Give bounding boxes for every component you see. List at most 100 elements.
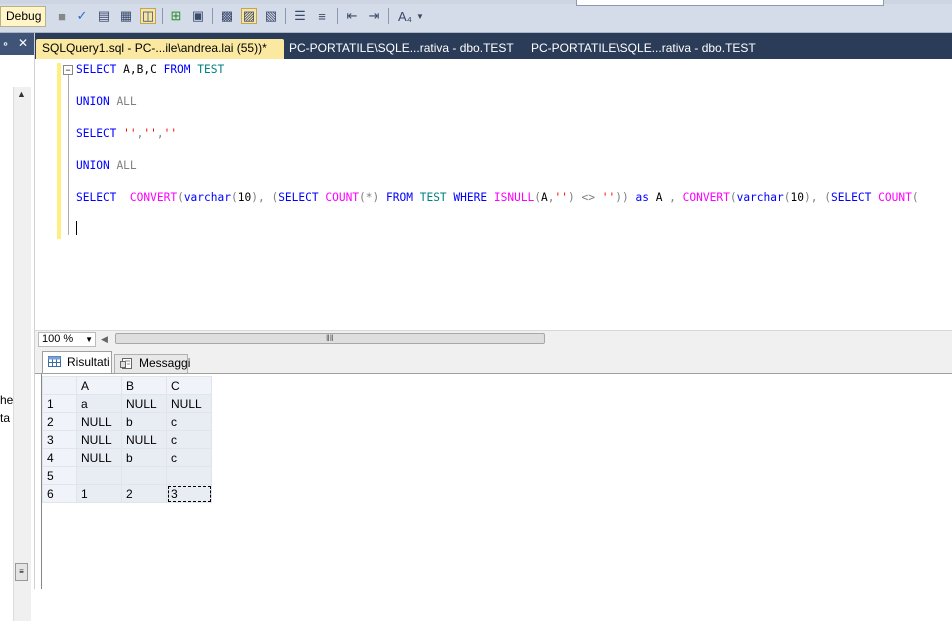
scroll-up-icon[interactable]: ▲ bbox=[17, 89, 26, 99]
query-editor[interactable]: − SELECT A,B,C FROM TEST UNION ALL SELEC… bbox=[35, 59, 952, 330]
table-row: 2 NULL b c bbox=[42, 412, 212, 431]
toolbar-separator bbox=[337, 8, 338, 24]
table-row: 3 NULL NULL c bbox=[42, 430, 212, 449]
increase-indent-icon[interactable]: ⇥ bbox=[366, 8, 382, 24]
code-token: SELECT bbox=[278, 191, 319, 204]
code-token: FROM bbox=[163, 63, 191, 76]
code-token: ), bbox=[251, 191, 265, 204]
row-number[interactable]: 4 bbox=[42, 448, 77, 467]
column-header-a[interactable]: A bbox=[76, 376, 122, 395]
tab-messages[interactable]: Messaggi bbox=[114, 354, 191, 373]
include-statistics-icon[interactable]: ▧ bbox=[263, 8, 279, 24]
results-to-text-icon[interactable]: ▤ bbox=[96, 8, 112, 24]
toolbar-search-field[interactable] bbox=[576, 0, 884, 6]
scroll-left-icon[interactable]: ◀ bbox=[101, 334, 108, 345]
tab-results[interactable]: Risultati bbox=[42, 351, 112, 373]
grid-cell[interactable]: 1 bbox=[76, 484, 122, 503]
code-token: ( bbox=[824, 191, 831, 204]
code-token: ( bbox=[177, 191, 184, 204]
close-icon[interactable]: ✕ bbox=[18, 36, 28, 50]
code-line-5: SELECT CONVERT(varchar(10), (SELECT COUN… bbox=[76, 191, 919, 204]
table-row: 5 bbox=[42, 466, 212, 485]
vertical-scrollbar[interactable]: ▲ ≡ bbox=[13, 87, 31, 621]
code-line-3: SELECT '','','' bbox=[76, 127, 177, 140]
collapse-icon[interactable]: − bbox=[63, 65, 73, 75]
code-token: SELECT bbox=[830, 191, 872, 204]
code-line-4: UNION ALL bbox=[76, 159, 137, 172]
zoom-dropdown[interactable]: 100 % ▼ bbox=[38, 332, 96, 347]
stop-icon[interactable]: ■ bbox=[54, 8, 70, 24]
row-number[interactable]: 1 bbox=[42, 394, 77, 413]
specify-template-values-icon[interactable]: A₄ bbox=[395, 8, 415, 24]
tab-table-test-1[interactable]: PC-PORTATILE\SQLE...rativa - dbo.TEST bbox=[289, 39, 514, 59]
code-token: '' bbox=[163, 127, 178, 140]
code-token: TEST bbox=[197, 63, 225, 76]
uncomment-lines-icon[interactable]: ≡ bbox=[314, 8, 330, 24]
row-number[interactable]: 3 bbox=[42, 430, 77, 449]
table-row: 6 1 2 3 bbox=[42, 484, 212, 503]
include-actual-plan-icon[interactable]: ▩ bbox=[219, 8, 235, 24]
grid-cell[interactable]: c bbox=[166, 430, 212, 449]
chevron-down-icon[interactable]: ▼ bbox=[85, 333, 93, 346]
selected-grid-cell[interactable]: 3 bbox=[166, 484, 212, 503]
code-token: '' bbox=[123, 127, 137, 140]
code-token: <> bbox=[581, 191, 595, 204]
scroll-thumb[interactable]: ≡ bbox=[15, 563, 28, 581]
tab-table-test-2[interactable]: PC-PORTATILE\SQLE...rativa - dbo.TEST bbox=[531, 39, 756, 59]
results-grid: A B C 1 a NULL NULL 2 NULL b c 3 NULL NU… bbox=[42, 376, 212, 503]
parse-check-icon[interactable]: ✓ bbox=[74, 8, 90, 24]
grid-cell[interactable]: b bbox=[121, 412, 167, 431]
horizontal-scroll-thumb[interactable]: ‖‖ bbox=[115, 333, 545, 344]
include-client-statistics-icon[interactable]: ▨ bbox=[241, 8, 257, 24]
grid-cell[interactable] bbox=[121, 466, 167, 485]
column-header-b[interactable]: B bbox=[121, 376, 167, 395]
code-token: COUNT bbox=[325, 191, 360, 204]
grid-cell[interactable]: NULL bbox=[121, 394, 167, 413]
toolbar-overflow-icon[interactable]: ▼ bbox=[415, 8, 425, 24]
grid-cell[interactable]: NULL bbox=[76, 430, 122, 449]
grid-cell[interactable]: c bbox=[166, 412, 212, 431]
code-token: (*) bbox=[359, 191, 380, 204]
column-header-c[interactable]: C bbox=[166, 376, 212, 395]
row-number[interactable]: 2 bbox=[42, 412, 77, 431]
code-token: )) bbox=[615, 191, 629, 204]
pin-icon[interactable]: ॰ bbox=[3, 36, 8, 53]
document-icon bbox=[120, 358, 132, 369]
tab-sqlquery1[interactable]: SQLQuery1.sql - PC-...ile\andrea.lai (55… bbox=[36, 39, 284, 59]
grid-cell[interactable]: 2 bbox=[121, 484, 167, 503]
grip-icon: ‖‖ bbox=[326, 333, 334, 343]
code-token: WHERE bbox=[453, 191, 488, 204]
grid-cell[interactable]: NULL bbox=[166, 394, 212, 413]
tab-messages-label: Messaggi bbox=[139, 356, 191, 370]
grid-cell[interactable]: c bbox=[166, 448, 212, 467]
code-token: ( bbox=[534, 191, 542, 204]
row-number[interactable]: 5 bbox=[42, 466, 77, 485]
solution-configuration-dropdown[interactable]: Debug bbox=[0, 6, 46, 27]
code-token: as bbox=[635, 191, 649, 204]
clipped-text: he bbox=[0, 393, 14, 407]
code-token: , bbox=[669, 191, 676, 204]
results-to-file-icon[interactable]: ◫ bbox=[140, 8, 156, 24]
grid-cell[interactable]: NULL bbox=[76, 412, 122, 431]
query-options-icon[interactable]: ▣ bbox=[190, 8, 206, 24]
grid-cell[interactable] bbox=[76, 466, 122, 485]
results-to-grid-icon[interactable]: ▦ bbox=[118, 8, 134, 24]
code-token: '' bbox=[143, 127, 157, 140]
row-number[interactable]: 6 bbox=[42, 484, 77, 503]
toolbar-separator bbox=[388, 8, 389, 24]
decrease-indent-icon[interactable]: ⇤ bbox=[344, 8, 360, 24]
grid-cell[interactable]: NULL bbox=[76, 448, 122, 467]
grid-cell[interactable]: a bbox=[76, 394, 122, 413]
grid-cell[interactable] bbox=[166, 466, 212, 485]
grid-cell[interactable]: b bbox=[121, 448, 167, 467]
toolbar: Debug ■ ✓ ▤ ▦ ◫ ⊞ ▣ ▩ ▨ ▧ ☰ ≡ ⇤ ⇥ A₄ ▼ bbox=[0, 0, 952, 33]
comment-lines-icon[interactable]: ☰ bbox=[292, 8, 308, 24]
code-token: COUNT bbox=[878, 191, 912, 204]
display-estimated-plan-icon[interactable]: ⊞ bbox=[168, 8, 184, 24]
object-explorer-panel: ॰ ✕ ▲ ≡ he ta bbox=[0, 33, 35, 621]
grid-corner[interactable] bbox=[42, 376, 77, 395]
code-token: UNION bbox=[76, 95, 110, 108]
grid-cell[interactable]: NULL bbox=[121, 430, 167, 449]
table-row: 1 a NULL NULL bbox=[42, 394, 212, 413]
code-token: , bbox=[156, 127, 164, 140]
